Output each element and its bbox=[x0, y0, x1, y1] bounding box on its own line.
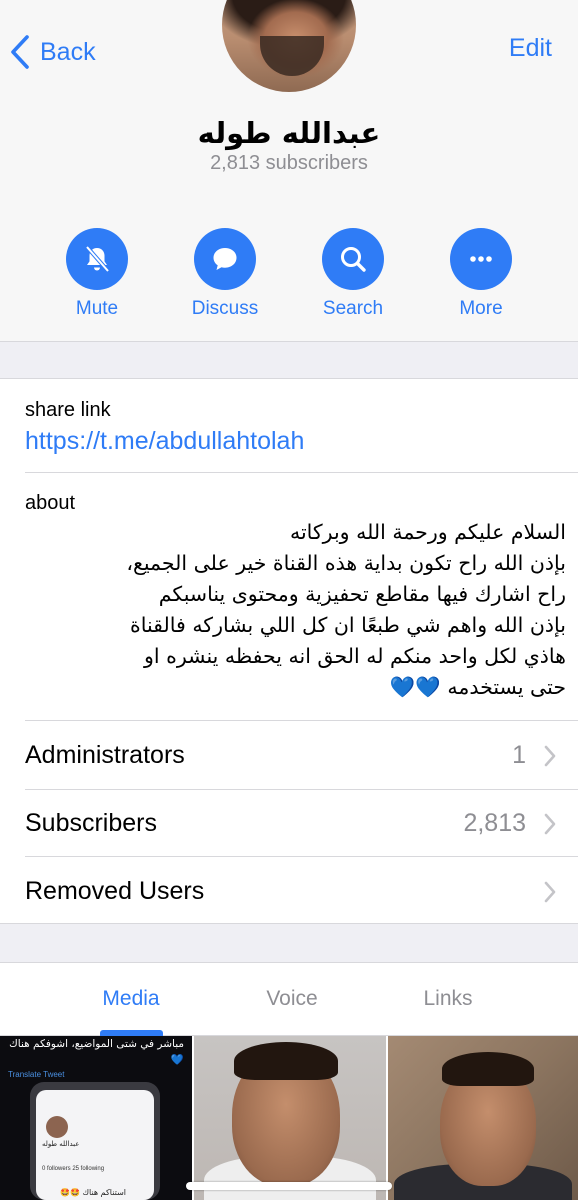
chat-bubble-icon bbox=[213, 248, 237, 270]
removed-users-row[interactable]: Removed Users bbox=[0, 857, 578, 925]
mute-button[interactable]: Mute bbox=[37, 228, 157, 320]
tweet-text: مباشر في شتى المواضيع، اشوفكم هناك 💙 bbox=[9, 1038, 184, 1066]
info-card: share link https://t.me/abdullahtolah ab… bbox=[0, 378, 578, 924]
chevron-right-icon bbox=[544, 813, 556, 835]
chevron-right-icon bbox=[544, 745, 556, 767]
hair bbox=[234, 1042, 338, 1080]
channel-title: عبدالله طوله bbox=[197, 116, 381, 150]
tab-links[interactable]: Links bbox=[378, 987, 518, 1011]
share-link[interactable]: https://t.me/abdullahtolah bbox=[25, 427, 304, 456]
subscribers-row[interactable]: Subscribers 2,813 bbox=[0, 789, 578, 857]
row-title: Administrators bbox=[25, 741, 185, 769]
more-circle bbox=[450, 228, 512, 290]
row-title: Subscribers bbox=[25, 809, 157, 837]
row-value: 1 bbox=[512, 741, 526, 769]
tab-media[interactable]: Media bbox=[61, 987, 201, 1011]
subscriber-count: 2,813 subscribers bbox=[210, 152, 368, 174]
home-indicator bbox=[186, 1182, 392, 1190]
media-thumbnail[interactable] bbox=[388, 1036, 578, 1200]
avatar bbox=[46, 1116, 68, 1138]
chevron-right-icon bbox=[544, 881, 556, 903]
discuss-button[interactable]: Discuss bbox=[165, 228, 285, 320]
more-button[interactable]: More bbox=[421, 228, 541, 320]
profile-name: عبدالله طوله bbox=[42, 1140, 80, 1148]
profile-stats: 0 followers 25 following bbox=[42, 1166, 105, 1172]
profile-message: استناكم هناك 🤩🤩 bbox=[60, 1188, 126, 1197]
media-thumbnail[interactable] bbox=[194, 1036, 386, 1200]
translate-tweet-link: Translate Tweet bbox=[8, 1070, 65, 1079]
edit-button[interactable]: Edit bbox=[509, 34, 552, 63]
mute-label: Mute bbox=[75, 298, 119, 319]
search-icon bbox=[341, 247, 366, 272]
tab-voice[interactable]: Voice bbox=[222, 987, 362, 1011]
row-value: 2,813 bbox=[463, 809, 526, 837]
media-tabs: Media Voice Links bbox=[0, 962, 578, 1036]
media-thumbnail[interactable]: مباشر في شتى المواضيع، اشوفكم هناك 💙 Tra… bbox=[0, 1036, 192, 1200]
administrators-row[interactable]: Administrators 1 bbox=[0, 721, 578, 789]
divider bbox=[25, 472, 578, 473]
search-button[interactable]: Search bbox=[293, 228, 413, 320]
back-label: Back bbox=[40, 37, 96, 66]
discuss-circle bbox=[194, 228, 256, 290]
search-circle bbox=[322, 228, 384, 290]
media-grid: مباشر في شتى المواضيع، اشوفكم هناك 💙 Tra… bbox=[0, 1036, 578, 1200]
back-button[interactable]: Back bbox=[10, 30, 96, 74]
chevron-left-icon bbox=[11, 35, 29, 69]
mute-circle bbox=[66, 228, 128, 290]
about-label: about bbox=[25, 492, 76, 514]
share-link-label: share link bbox=[25, 399, 111, 421]
action-bar: Mute Discuss Search More bbox=[0, 228, 578, 328]
ellipsis-icon bbox=[470, 256, 492, 262]
channel-header: Back Edit عبدالله طوله 2,813 subscribers… bbox=[0, 0, 578, 342]
avatar-beard bbox=[260, 36, 324, 76]
more-label: More bbox=[459, 298, 503, 319]
search-label: Search bbox=[322, 298, 384, 319]
discuss-label: Discuss bbox=[191, 298, 259, 319]
row-title: Removed Users bbox=[25, 877, 205, 905]
hair bbox=[442, 1052, 534, 1086]
channel-avatar[interactable] bbox=[222, 0, 356, 92]
bell-slash-icon bbox=[85, 245, 110, 273]
about-text: السلام عليكم ورحمة الله وبركاته بإذن الل… bbox=[126, 520, 566, 699]
